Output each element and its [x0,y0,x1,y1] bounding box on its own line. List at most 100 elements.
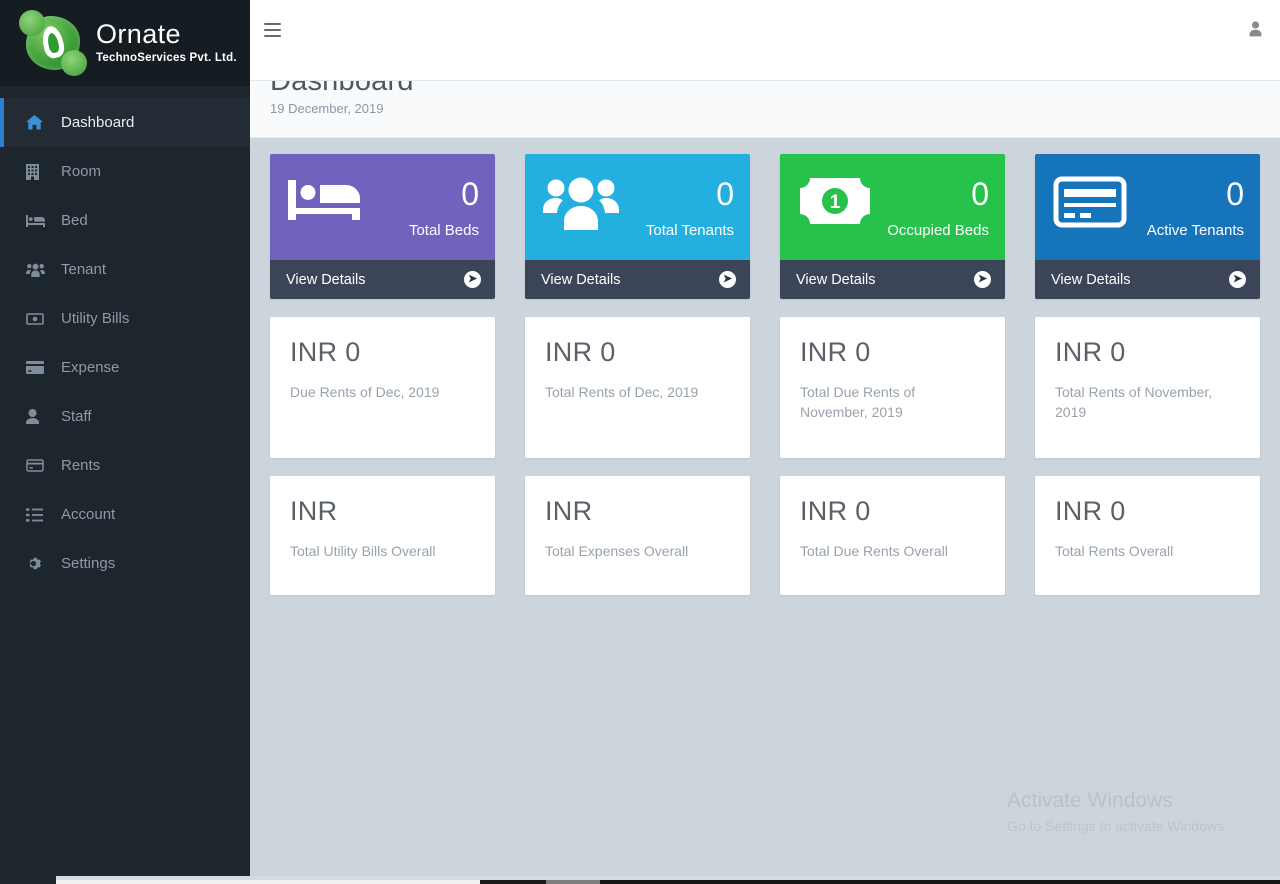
info-card-expenses-overall: INR Total Expenses Overall [525,476,750,595]
sidebar-item-partial[interactable] [0,86,250,98]
taskbar-sliver[interactable] [0,876,1280,884]
view-details-button[interactable]: View Details ➤ [1035,260,1260,299]
stat-card-body: 0 Total Beds [270,154,495,260]
sidebar-item-dashboard[interactable]: Dashboard [0,98,250,147]
user-avatar-icon[interactable] [1244,16,1266,42]
view-details-button[interactable]: View Details ➤ [780,260,1005,299]
sidebar-item-rents[interactable]: Rents [0,441,250,490]
chevron-right-icon: ➤ [719,271,736,288]
view-details-label: View Details [286,271,366,288]
sidebar-item-staff[interactable]: Staff [0,392,250,441]
user-icon [26,409,52,424]
taskbar-block-2 [546,880,600,884]
ornate-leaf-logo-icon [19,10,87,76]
credit-card-icon [26,361,52,374]
credit-card-icon [1053,176,1127,228]
page-title: Dashboard [270,81,414,97]
sidebar-item-settings[interactable]: Settings [0,539,250,588]
sidebar-item-tenant[interactable]: Tenant [0,245,250,294]
sidebar: Ornate TechnoServices Pvt. Ltd. Dashboar… [0,0,250,876]
building-icon [26,163,52,180]
chevron-right-icon: ➤ [974,271,991,288]
home-icon [26,115,52,130]
info-card-total-rents-nov: INR 0 Total Rents of November, 2019 [1035,317,1260,458]
sidebar-item-label: Tenant [61,261,107,278]
info-card-due-rents-overall: INR 0 Total Due Rents Overall [780,476,1005,595]
sidebar-item-label: Dashboard [61,114,135,131]
stat-label: Active Tenants [1146,222,1244,239]
sidebar-nav: Dashboard Room Bed Tenant Utility Bills … [0,86,250,588]
users-icon [26,263,52,277]
sidebar-item-label: Rents [61,457,101,474]
info-value: INR 0 [800,496,871,526]
stat-card-occupied-beds[interactable]: 1 0 Occupied Beds View Details ➤ [780,154,1005,299]
info-label: Total Due Rents of November, 2019 [800,384,916,421]
sidebar-item-label: Room [61,163,102,180]
sidebar-item-label: Utility Bills [61,310,130,327]
brand-logo-block[interactable]: Ornate TechnoServices Pvt. Ltd. [0,0,250,86]
info-label: Total Rents of Dec, 2019 [545,384,699,400]
sidebar-item-label: Expense [61,359,120,376]
taskbar-block-1 [480,880,546,884]
info-card-row-1: INR 0 Due Rents of Dec, 2019 INR 0 Total… [270,317,1260,458]
view-details-button[interactable]: View Details ➤ [270,260,495,299]
stat-value: 0 [971,176,989,212]
brand-subtitle: TechnoServices Pvt. Ltd. [96,52,237,65]
hamburger-icon[interactable] [264,18,290,42]
watermark-title: Activate Windows [1007,789,1173,812]
info-value: INR 0 [1055,496,1126,526]
sidebar-item-utility-bills[interactable]: Utility Bills [0,294,250,343]
stat-value: 0 [716,176,734,212]
info-card-utility-bills-overall: INR Total Utility Bills Overall [270,476,495,595]
svg-text:1: 1 [830,192,841,213]
stat-card-body: 0 Active Tenants [1035,154,1260,260]
bed-icon [26,214,52,227]
bed-icon [288,176,360,224]
stat-card-body: 0 Total Tenants [525,154,750,260]
taskbar-strip [56,880,480,884]
info-card-total-due-rents-nov: INR 0 Total Due Rents of November, 2019 [780,317,1005,458]
card-icon [26,459,52,472]
view-details-label: View Details [796,271,876,288]
main-content: 0 Total Beds View Details ➤ 0 Total Tena… [250,138,1280,876]
info-value: INR [545,496,593,526]
stat-card-total-beds[interactable]: 0 Total Beds View Details ➤ [270,154,495,299]
sidebar-item-label: Settings [61,555,116,572]
sidebar-item-bed[interactable]: Bed [0,196,250,245]
info-label: Due Rents of Dec, 2019 [290,384,440,400]
brand-name: Ornate [96,19,181,50]
sidebar-item-label: Bed [61,212,88,229]
taskbar-left-block [0,876,56,884]
view-details-button[interactable]: View Details ➤ [525,260,750,299]
info-value: INR 0 [1055,337,1126,367]
chevron-right-icon: ➤ [464,271,481,288]
stat-value: 0 [461,176,479,212]
money-bill-icon [26,312,52,325]
info-card-rents-overall: INR 0 Total Rents Overall [1035,476,1260,595]
topbar [250,0,1280,81]
taskbar-block-3 [600,880,1280,884]
info-card-row-2: INR Total Utility Bills Overall INR Tota… [270,476,1260,595]
list-ol-icon [26,507,52,522]
app-root: Ornate TechnoServices Pvt. Ltd. Dashboar… [0,0,1280,884]
stat-label: Total Tenants [645,222,734,239]
stat-card-active-tenants[interactable]: 0 Active Tenants View Details ➤ [1035,154,1260,299]
users-icon [543,176,619,230]
stat-label: Total Beds [408,222,479,239]
windows-activation-watermark: Activate Windows Go to Settings to activ… [1007,789,1228,834]
stat-label: Occupied Beds [887,222,989,239]
sidebar-item-expense[interactable]: Expense [0,343,250,392]
stat-card-body: 1 0 Occupied Beds [780,154,1005,260]
info-label: Total Utility Bills Overall [290,543,436,559]
sidebar-item-room[interactable]: Room [0,147,250,196]
view-details-label: View Details [1051,271,1131,288]
info-label: Total Rents of November, 2019 [1055,384,1213,421]
info-label: Total Due Rents Overall [800,543,948,559]
view-details-label: View Details [541,271,621,288]
stat-card-total-tenants[interactable]: 0 Total Tenants View Details ➤ [525,154,750,299]
gear-icon [26,556,52,571]
info-label: Total Expenses Overall [545,543,689,559]
sidebar-item-account[interactable]: Account [0,490,250,539]
watermark-subtitle: Go to Settings to activate Windows. [1007,818,1228,834]
stat-card-row: 0 Total Beds View Details ➤ 0 Total Tena… [270,154,1260,299]
